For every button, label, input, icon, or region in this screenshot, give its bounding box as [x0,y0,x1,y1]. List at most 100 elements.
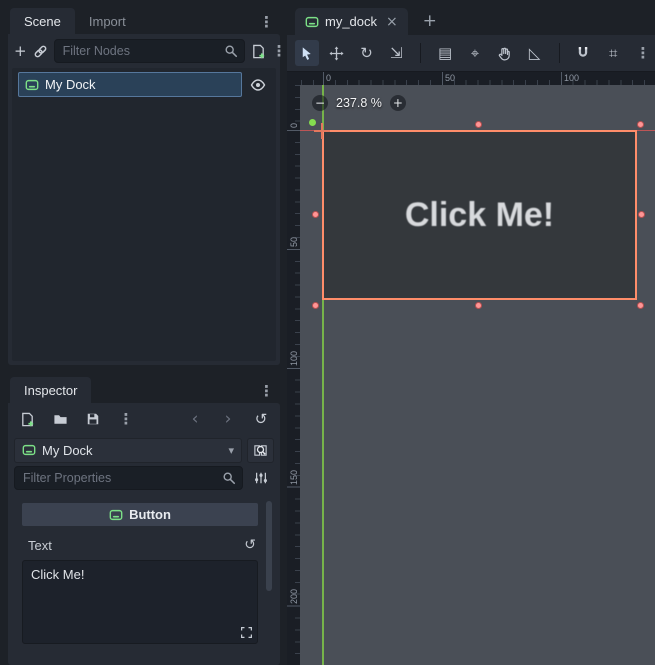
link-icon [33,44,48,59]
doc-search-icon [253,443,268,458]
scene-tab-label: my_dock [325,14,377,29]
resize-handle-top-right[interactable] [637,121,644,128]
ruler-label: 50 [445,73,455,83]
pivot-tool-button[interactable]: ⌖ [463,40,487,66]
smart-snap-button[interactable] [571,40,595,66]
ruler-label: 0 [289,123,299,128]
revert-property-button[interactable]: ↺ [244,537,256,553]
move-tool-button[interactable] [325,40,349,66]
scene-dock-body: + [8,34,280,365]
add-icon: + [14,42,27,60]
eye-icon [250,77,266,93]
canvas-toolbar: ↻ ⇲ ▤ ⌖ ◺ [287,35,655,72]
selected-node-name: My Dock [42,443,93,458]
inspector-tabbar: Inspector ⋮ [8,377,280,403]
resource-menu-button[interactable]: ⋮ [113,406,139,432]
filter-nodes-input[interactable] [63,44,224,58]
magnet-icon [576,46,590,60]
rotate-icon: ↻ [360,44,373,62]
ruler-tool-button[interactable]: ◺ [523,40,547,66]
inspector-scrollbar[interactable] [266,501,272,591]
scene-tab-my-dock[interactable]: my_dock × [295,8,408,35]
filter-properties-input[interactable] [23,471,222,485]
history-back-button[interactable]: ‹ [182,406,208,432]
grid-snap-icon: ⌗ [609,44,617,62]
expand-text-button[interactable] [240,626,253,639]
toolbar-separator [559,43,560,63]
save-resource-button[interactable] [80,406,106,432]
zoom-level-label[interactable]: 237.8 % [336,96,382,110]
add-node-button[interactable]: + [14,38,27,64]
chevron-down-icon: ▾ [228,444,234,457]
dock-splitter-horizontal[interactable] [8,365,280,377]
list-select-button[interactable]: ▤ [433,40,457,66]
property-filter-options-button[interactable] [248,465,274,491]
inspector-dock: Inspector ⋮ [8,377,280,665]
scene-tabs-bar: my_dock × + [287,0,655,35]
button-node-icon [25,78,39,92]
resize-handle-top[interactable] [475,121,482,128]
resize-handle-left[interactable] [312,211,319,218]
resize-handle-bottom-left[interactable] [312,302,319,309]
inspector-body: ⋮ ‹ › ↺ My Dock ▾ [8,403,280,665]
ruler-horizontal[interactable]: 0 50 100 [300,72,655,85]
dock-splitter-vertical[interactable] [280,0,287,665]
close-tab-button[interactable]: × [386,14,398,30]
category-header-button[interactable]: Button [22,503,258,526]
expand-icon [240,626,253,639]
ruler-label: 50 [289,237,299,247]
zoom-out-button[interactable]: − [312,95,328,111]
ruler-label: 150 [289,470,299,485]
new-scene-tab-button[interactable]: + [418,9,442,33]
toolbar-overflow-button[interactable]: ⋮ [631,40,655,66]
load-resource-button[interactable] [47,406,73,432]
pan-tool-button[interactable] [493,40,517,66]
grid-snap-button[interactable]: ⌗ [601,40,625,66]
inspector-filter-row [12,465,276,495]
folder-icon [53,412,68,427]
open-docs-button[interactable] [247,438,274,463]
inspector-content: Button Text ↺ Click Me! [12,495,276,661]
inspector-toolbar: ⋮ ‹ › ↺ [12,403,276,435]
canvas-2d[interactable]: Click Me! − 237.8 % + [300,85,655,665]
scene-toolbar: + [12,34,276,68]
resize-handle-right[interactable] [638,211,645,218]
scene-tree: My Dock [12,68,276,361]
ruler-label: 0 [326,73,331,83]
scene-dock-menu-icon[interactable]: ⋮ [259,13,274,31]
scene-dock-tabbar: Scene Import ⋮ [8,8,280,34]
history-forward-button[interactable]: › [215,406,241,432]
menu-icon: ⋮ [636,44,651,62]
attach-script-icon [251,44,266,59]
resize-handle-bottom-right[interactable] [637,302,644,309]
visibility-toggle[interactable] [246,73,270,97]
inspector-menu-icon[interactable]: ⋮ [259,382,274,400]
button-node-icon [305,15,319,29]
select-cursor-icon [299,46,314,61]
property-row-text: Text ↺ [20,532,260,558]
text-property-input[interactable]: Click Me! [22,560,258,644]
object-history-button[interactable]: ↺ [248,406,274,432]
tab-import[interactable]: Import [75,8,140,34]
ruler-label: 200 [289,589,299,604]
tree-node-label: My Dock [45,77,96,92]
new-resource-icon [20,412,35,427]
ruler-vertical[interactable]: 0 50 100 150 200 [287,85,300,665]
zoom-in-button[interactable]: + [390,95,406,111]
instance-scene-button[interactable] [33,38,48,64]
rotate-tool-button[interactable]: ↻ [355,40,379,66]
tree-row[interactable]: My Dock [14,71,274,98]
resize-handle-bottom[interactable] [475,302,482,309]
node-selector-button[interactable]: My Dock ▾ [14,438,242,463]
scene-dock: Scene Import ⋮ + [8,8,280,365]
tab-inspector[interactable]: Inspector [10,377,91,403]
tab-scene[interactable]: Scene [10,8,75,34]
tree-row-selection[interactable]: My Dock [18,72,242,97]
property-label: Text [28,538,52,553]
new-resource-button[interactable] [14,406,40,432]
anchor-dot [309,119,316,126]
attach-script-button[interactable] [251,38,266,64]
scale-tool-button[interactable]: ⇲ [384,40,408,66]
list-select-icon: ▤ [438,44,452,62]
select-tool-button[interactable] [295,40,319,66]
